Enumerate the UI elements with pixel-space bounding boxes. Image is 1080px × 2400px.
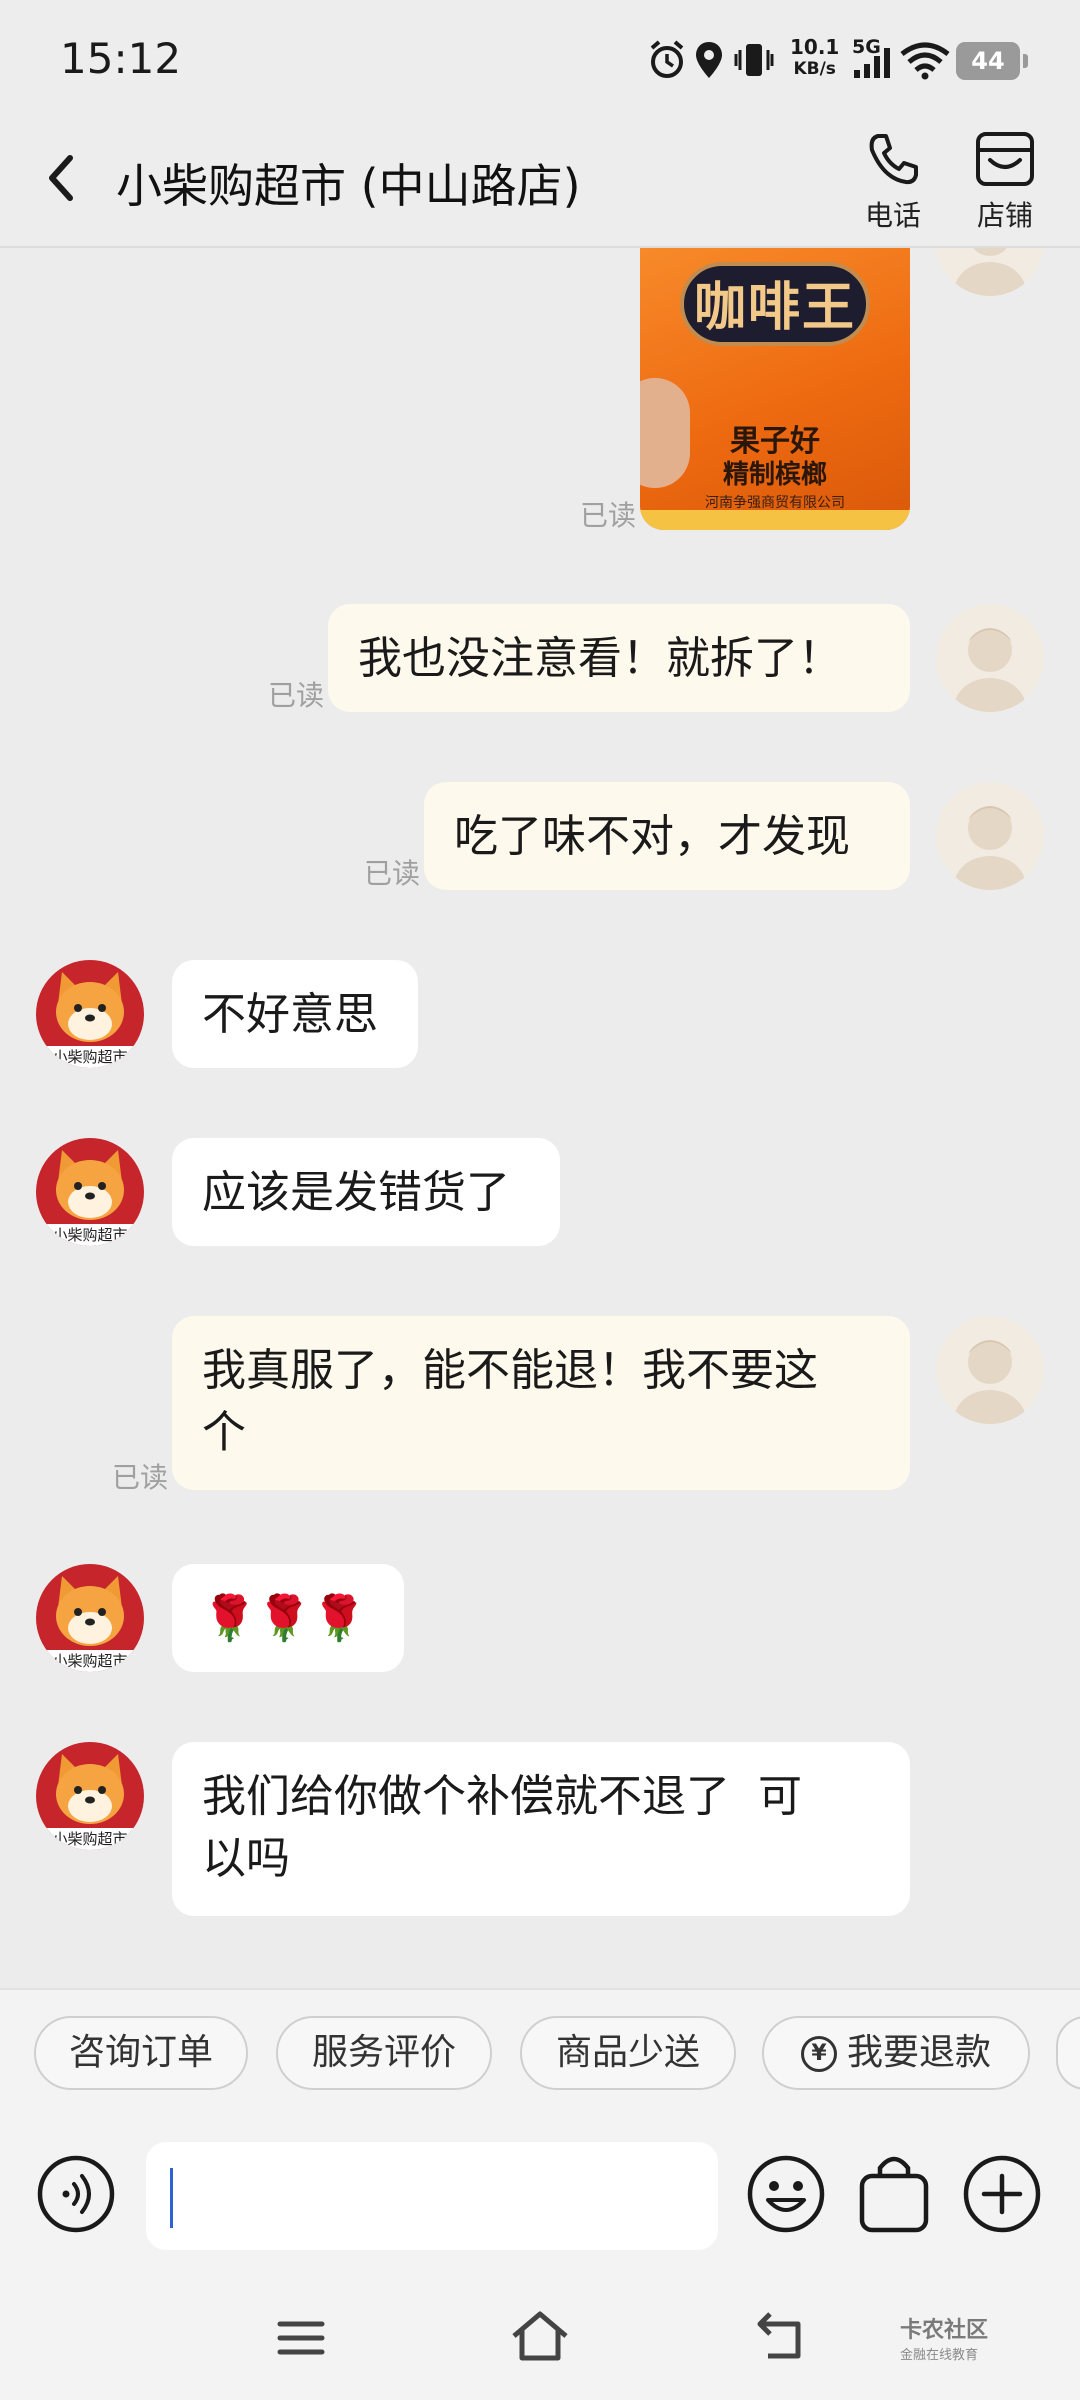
product-brand: 咖啡王 xyxy=(680,262,870,346)
message-line: 个 xyxy=(202,1407,246,1458)
read-receipt: 已读 xyxy=(112,1461,169,1494)
shopping-bag-button[interactable] xyxy=(856,2152,932,2236)
message-bubble-incoming[interactable]: 🌹🌹🌹 xyxy=(172,1564,404,1672)
signal-icon xyxy=(854,48,890,78)
shop-avatar-label: 小柴购超市 xyxy=(52,1226,128,1244)
shop-avatar[interactable]: 小柴购超市 xyxy=(36,1138,144,1246)
voice-button[interactable] xyxy=(36,2154,116,2234)
shop-avatar-label: 小柴购超市 xyxy=(52,1652,128,1670)
message-line: 我们给你做个补偿就不退了 可 xyxy=(202,1771,802,1822)
user-avatar[interactable] xyxy=(936,782,1044,890)
message-input[interactable] xyxy=(146,2142,718,2250)
message-line: 我真服了，能不能退！我不要这 xyxy=(202,1345,818,1396)
text-caret xyxy=(170,2168,173,2228)
back-button[interactable] xyxy=(36,148,88,208)
store-button[interactable]: 店铺 xyxy=(960,130,1050,234)
message-bubble-outgoing[interactable]: 我真服了，能不能退！我不要这 个 xyxy=(172,1316,910,1490)
message-bubble-outgoing[interactable]: 吃了味不对，才发现 xyxy=(424,782,910,890)
emoji-button[interactable] xyxy=(746,2154,826,2234)
chip-missing-item[interactable]: 商品少送 xyxy=(520,2016,736,2090)
alarm-icon xyxy=(650,40,684,78)
shop-avatar[interactable]: 小柴购超市 xyxy=(36,1564,144,1672)
net-speed-unit: KB/s xyxy=(793,59,836,79)
user-avatar[interactable] xyxy=(936,1316,1044,1424)
watermark-title: 卡农社区 xyxy=(900,2318,989,2343)
read-receipt: 已读 xyxy=(364,857,421,890)
back-nav-icon[interactable] xyxy=(754,2312,808,2362)
system-nav-bar: 卡农社区 金融在线教育 xyxy=(0,2276,1080,2400)
input-bar xyxy=(0,2128,1080,2276)
user-avatar[interactable] xyxy=(936,248,1044,296)
add-button[interactable] xyxy=(962,2154,1042,2234)
chip-refund-label: 我要退款 xyxy=(846,2032,991,2073)
shop-avatar-label: 小柴购超市 xyxy=(52,1830,128,1848)
phone-button[interactable]: 电话 xyxy=(848,130,938,234)
page-title: 小柴购超市 (中山路店) xyxy=(116,159,581,213)
chat-message-list[interactable]: 已读 咖啡王 果子好 精制槟榔 河南争强商贸有限公司 已读 我也没注意看！就拆了… xyxy=(0,248,1080,1988)
user-avatar-icon xyxy=(954,628,1026,712)
store-label: 店铺 xyxy=(976,199,1033,232)
status-time: 15:12 xyxy=(60,34,182,83)
chip-consult-order[interactable]: 咨询订单 xyxy=(34,2016,248,2090)
wifi-icon xyxy=(900,42,950,80)
message-bubble-incoming[interactable]: 应该是发错货了 xyxy=(172,1138,560,1246)
user-avatar-icon xyxy=(954,248,1026,296)
shop-avatar-label: 小柴购超市 xyxy=(52,1048,128,1066)
product-strip xyxy=(640,510,910,530)
store-icon xyxy=(976,132,1034,186)
chat-header: 小柴购超市 (中山路店) 电话 店铺 xyxy=(0,120,1080,248)
user-avatar-icon xyxy=(954,806,1026,890)
user-avatar[interactable] xyxy=(936,604,1044,712)
phone-label: 电话 xyxy=(864,199,921,232)
vibrate-icon xyxy=(734,44,774,76)
chip-more[interactable] xyxy=(1056,2016,1080,2090)
menu-icon[interactable] xyxy=(276,2318,326,2358)
battery-icon: 44 xyxy=(956,42,1028,80)
watermark-subtitle: 金融在线教育 xyxy=(900,2348,979,2363)
watermark: 卡农社区 金融在线教育 xyxy=(900,2312,988,2363)
shop-avatar[interactable]: 小柴购超市 xyxy=(36,960,144,1068)
product-text: 精制槟榔 xyxy=(722,460,827,490)
message-bubble-outgoing[interactable]: 我也没注意看！就拆了！ xyxy=(328,604,910,712)
message-bubble-incoming[interactable]: 不好意思 xyxy=(172,960,418,1068)
message-line: 以吗 xyxy=(202,1833,290,1884)
home-icon[interactable] xyxy=(510,2310,570,2362)
net-speed-value: 10.1 xyxy=(790,35,840,59)
shop-avatar[interactable]: 小柴购超市 xyxy=(36,1742,144,1850)
status-bar: 15:12 10.1 KB/s 5G 44 xyxy=(0,0,1080,120)
user-avatar-icon xyxy=(954,1340,1026,1424)
read-receipt: 已读 xyxy=(580,499,637,532)
message-bubble-incoming[interactable]: 我们给你做个补偿就不退了 可 以吗 xyxy=(172,1742,910,1916)
quick-reply-bar[interactable]: 咨询订单 服务评价 商品少送 ¥ 我要退款 xyxy=(0,1988,1080,2130)
chip-service-review[interactable]: 服务评价 xyxy=(276,2016,492,2090)
product-photo-message[interactable]: 咖啡王 果子好 精制槟榔 河南争强商贸有限公司 xyxy=(640,248,910,530)
net-speed: 10.1 KB/s xyxy=(790,36,839,80)
read-receipt: 已读 xyxy=(268,679,325,712)
location-icon xyxy=(696,42,722,78)
phone-icon xyxy=(869,134,918,185)
product-text: 河南争强商贸有限公司 xyxy=(705,495,845,511)
chip-refund[interactable]: ¥ 我要退款 xyxy=(762,2016,1030,2090)
yuan-icon: ¥ xyxy=(800,2036,837,2072)
